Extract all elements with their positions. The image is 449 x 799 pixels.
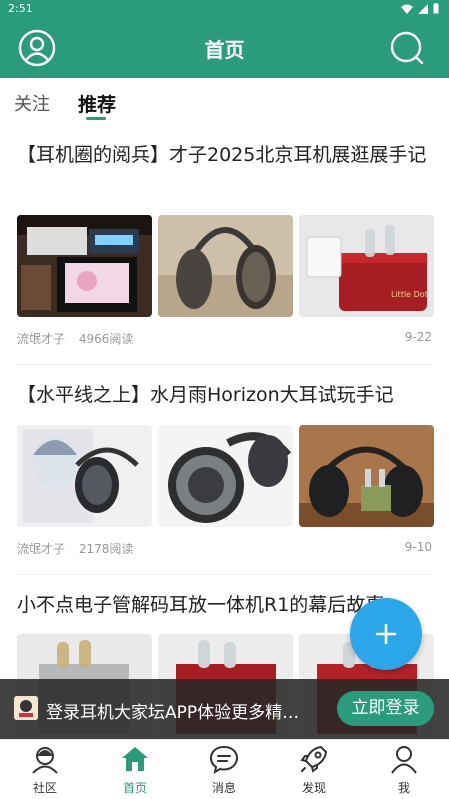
battery-icon: [433, 3, 439, 14]
post-image[interactable]: [17, 215, 152, 317]
nav-label: 社区: [32, 781, 57, 795]
message-icon: [209, 745, 239, 775]
tab-recommend[interactable]: 推荐: [78, 90, 116, 117]
nav-label: 我: [397, 781, 410, 795]
post-author[interactable]: 流氓才子: [17, 542, 65, 556]
login-banner-message: 登录耳机大家坛APP体验更多精…: [46, 703, 300, 723]
post-images: Little Dot: [17, 215, 434, 317]
post-title: 小不点电子管解码耳放一体机R1的幕后故事: [17, 594, 385, 616]
post-image[interactable]: [158, 425, 293, 527]
post-divider: [17, 364, 432, 365]
page-title: 首页: [204, 38, 245, 62]
nav-home[interactable]: 首页: [105, 744, 165, 796]
post-title: 【耳机圈的阅兵】才子2025北京耳机展逛展手记: [17, 144, 427, 166]
post-image[interactable]: Little Dot: [299, 215, 434, 317]
community-icon: [32, 747, 58, 774]
home-icon: [122, 747, 148, 771]
post-image[interactable]: [17, 425, 152, 527]
person-icon: [391, 746, 417, 774]
login-banner: 登录耳机大家坛APP体验更多精… 立即登录: [0, 679, 449, 739]
post-title: 【水平线之上】水月雨Horizon大耳试玩手记: [17, 384, 394, 406]
nav-label: 消息: [211, 781, 236, 795]
post-images: [17, 425, 434, 527]
nav-me[interactable]: 我: [374, 744, 434, 796]
app-header: 首页: [0, 18, 449, 78]
post-card[interactable]: 【耳机圈的阅兵】才子2025北京耳机展逛展手记 Little Dot 流氓才子 …: [17, 140, 434, 346]
post-date: 9-10: [404, 540, 432, 554]
nav-discover[interactable]: 发现: [284, 744, 344, 796]
nav-label: 首页: [122, 781, 147, 795]
status-time: 2:51: [8, 2, 33, 15]
search-button[interactable]: [387, 28, 427, 68]
post-author[interactable]: 流氓才子: [17, 332, 65, 346]
app-logo-icon: [14, 696, 38, 720]
rocket-icon: [300, 745, 328, 773]
feed-tabs: 关注 推荐: [0, 78, 449, 124]
nav-label: 发现: [301, 781, 326, 795]
post-date: 9-22: [404, 330, 432, 344]
signal-icon: [418, 3, 428, 14]
search-icon: [390, 31, 424, 65]
post-image[interactable]: [158, 215, 293, 317]
login-button[interactable]: 立即登录: [337, 691, 434, 726]
system-icons: [401, 3, 439, 14]
post-meta: 流氓才子 4966阅读 9-22: [17, 330, 432, 347]
create-post-button[interactable]: [350, 598, 422, 670]
active-tab-indicator: [86, 117, 106, 120]
post-read-count: 2178阅读: [78, 542, 134, 556]
post-meta: 流氓才子 2178阅读 9-10: [17, 540, 432, 557]
post-divider: [17, 574, 432, 575]
bottom-nav: 社区 首页 消息 发现 我: [0, 739, 449, 799]
status-bar: 2:51: [0, 0, 449, 18]
wifi-icon: [401, 4, 413, 14]
svg-text:Little Dot: Little Dot: [391, 290, 428, 299]
post-image[interactable]: [299, 425, 434, 527]
nav-community[interactable]: 社区: [15, 744, 75, 796]
tab-follow[interactable]: 关注: [14, 90, 50, 116]
post-card[interactable]: 【水平线之上】水月雨Horizon大耳试玩手记 流氓才子 2178阅读 9-10: [17, 380, 434, 556]
nav-messages[interactable]: 消息: [194, 744, 254, 796]
plus-icon: [375, 623, 397, 645]
post-read-count: 4966阅读: [78, 332, 134, 346]
